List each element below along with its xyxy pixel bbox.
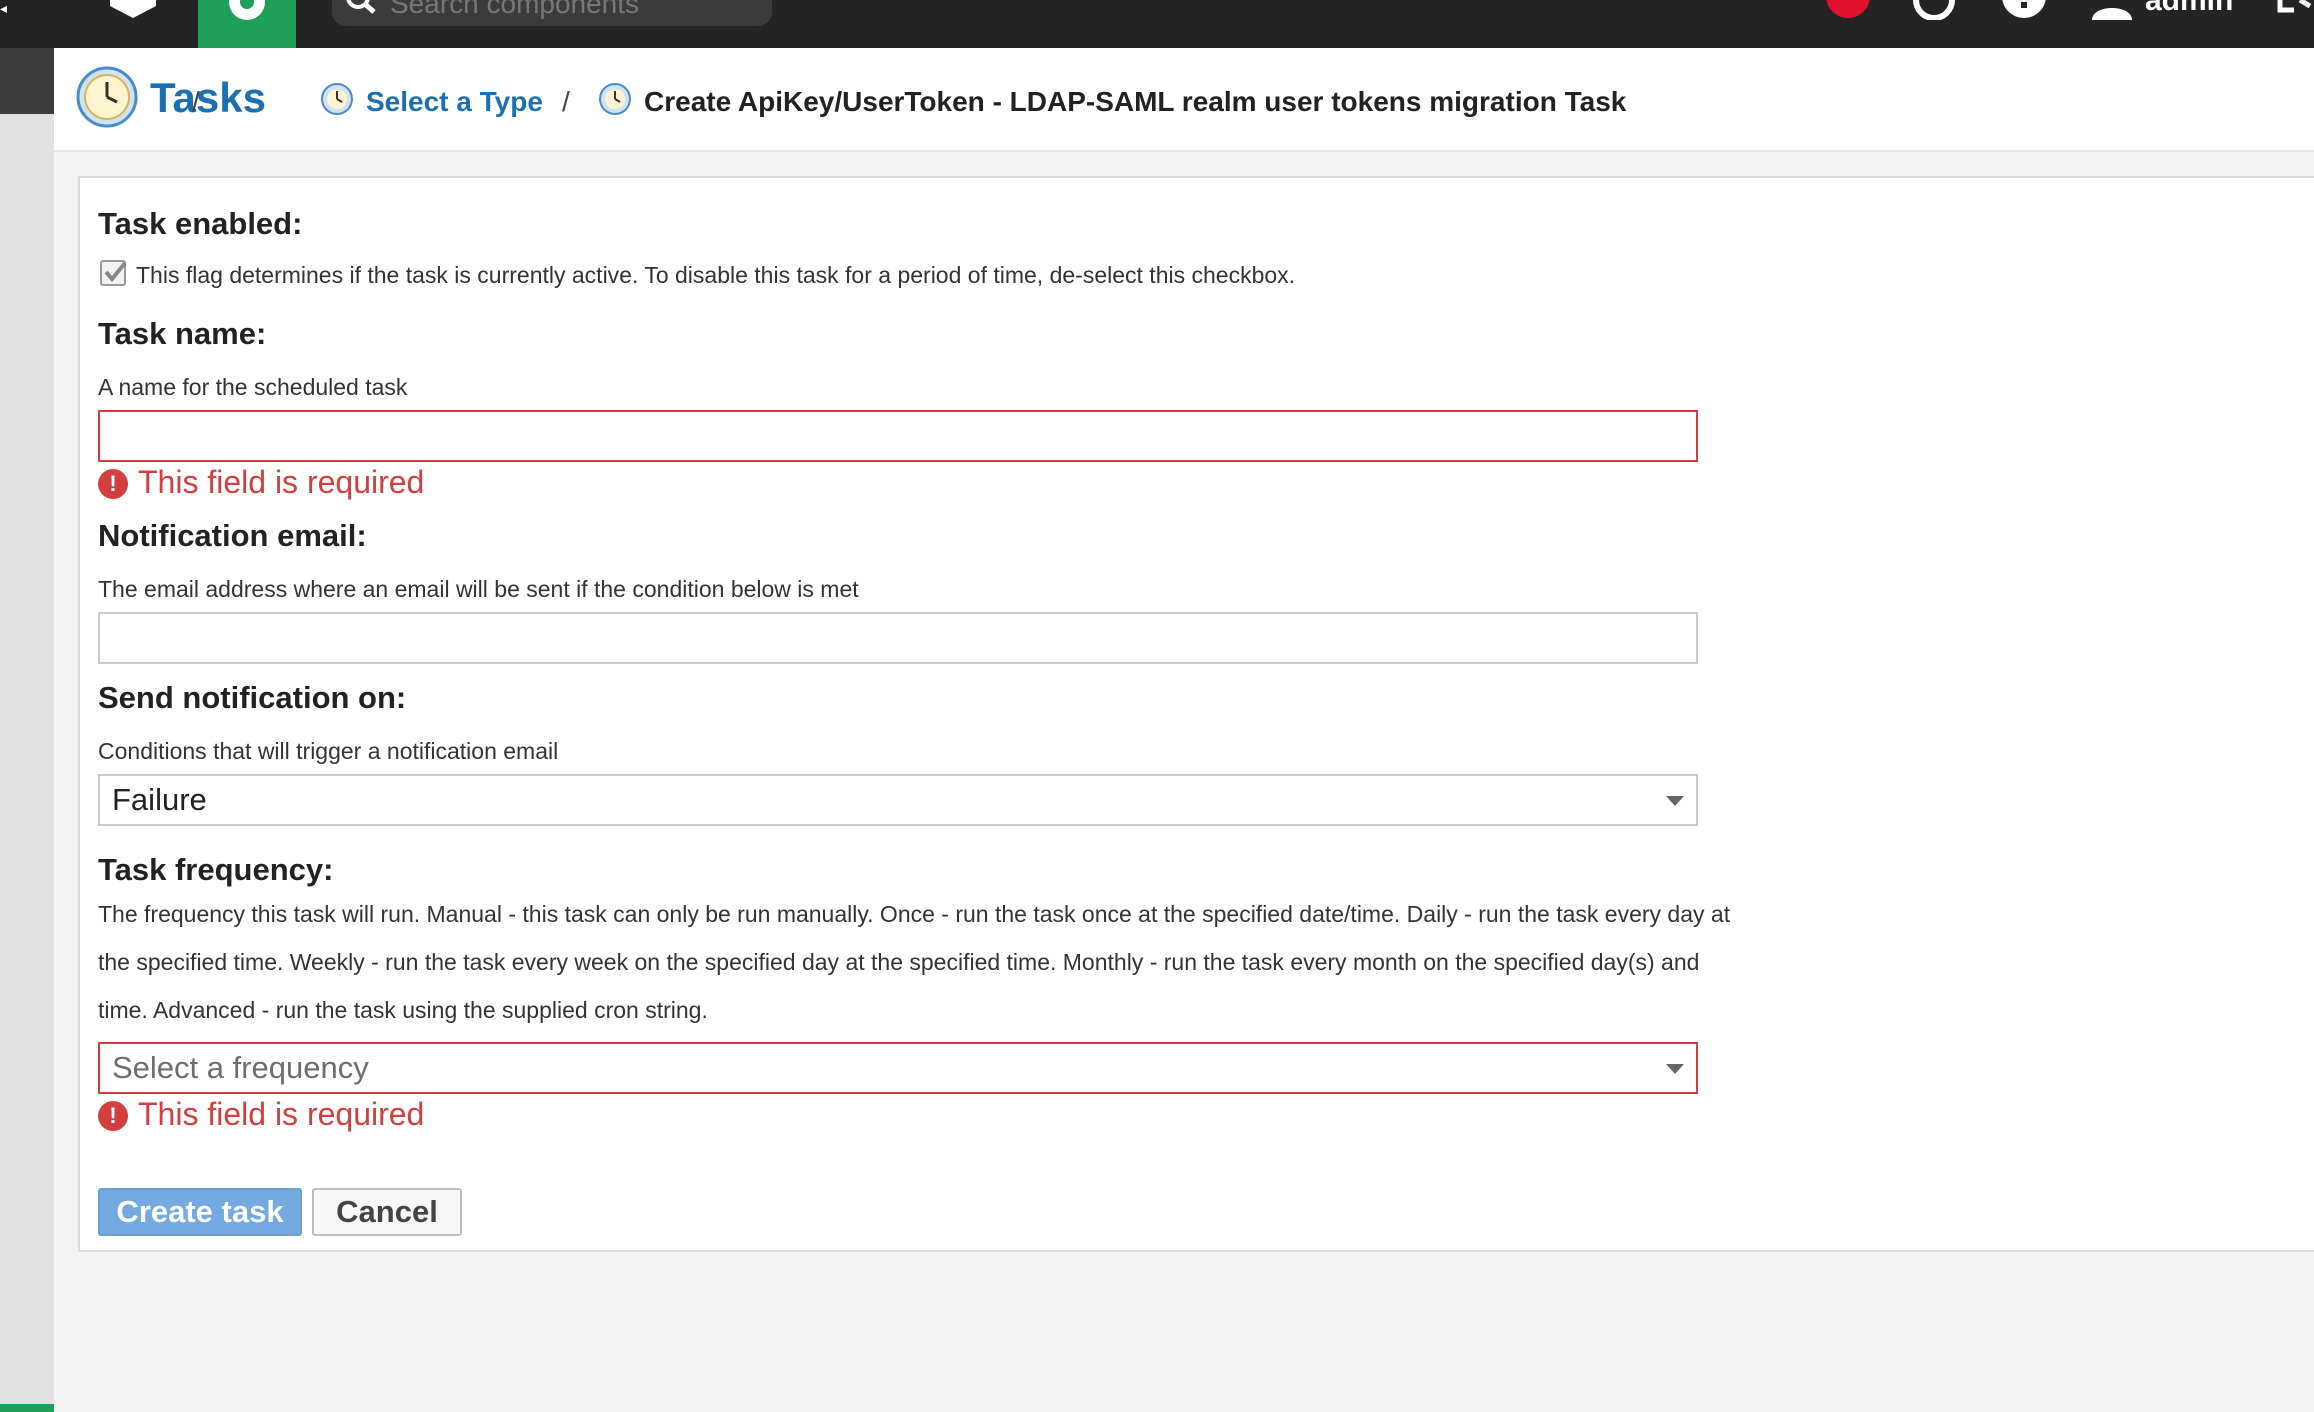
task-name-input[interactable] [98,410,1698,462]
task-name-error-text: This field is required [138,464,425,500]
refresh-icon[interactable] [1910,0,1958,25]
task-enabled-help: This flag determines if the task is curr… [136,262,1296,288]
breadcrumb-select-type-link[interactable]: Select a Type [366,86,543,118]
checkmark-icon [104,261,127,283]
user-label[interactable]: admin [2145,0,2233,18]
notification-email-heading: Notification email: [98,518,367,553]
help-icon[interactable] [2000,0,2048,25]
alert-icon[interactable] [1824,0,1872,25]
left-sidebar [0,48,54,1412]
task-frequency-error: ! This field is required [98,1096,424,1133]
user-icon[interactable] [2088,0,2136,25]
search-icon [344,0,380,26]
left-sidebar-active-item[interactable] [0,48,54,114]
clock-icon [598,82,632,116]
admin-gear-tab[interactable] [198,0,296,48]
send-notification-select[interactable]: Failure [98,774,1698,826]
chevron-down-icon [1666,1064,1684,1074]
breadcrumb: Tasks / Select a Type / Create ApiKey/Us… [54,48,2314,152]
task-name-help: A name for the scheduled task [98,374,408,400]
clock-icon [320,82,354,116]
create-task-form: Task enabled: This flag determines if th… [78,176,2314,1252]
exclamation-circle-icon: ! [98,469,128,499]
task-frequency-heading: Task frequency: [98,852,334,887]
task-name-heading: Task name: [98,316,267,351]
back-arrow-icon[interactable]: ◂ [0,0,10,16]
create-task-button[interactable]: Create task [98,1188,302,1236]
left-sidebar-bottom-accent [0,1404,54,1412]
task-name-error: ! This field is required [98,464,424,501]
task-frequency-placeholder: Select a frequency [112,1050,369,1085]
cancel-button[interactable]: Cancel [312,1188,462,1236]
send-notification-help: Conditions that will trigger a notificat… [98,738,559,764]
top-bar: ◂ Search components admin [0,0,2314,48]
clock-icon [76,66,138,128]
sign-out-icon[interactable] [2276,0,2314,25]
gear-icon [229,0,265,20]
breadcrumb-current-page: Create ApiKey/UserToken - LDAP-SAML real… [644,86,1627,117]
search-input[interactable]: Search components [332,0,772,26]
breadcrumb-tasks-link[interactable]: Tasks [150,74,266,122]
task-enabled-heading: Task enabled: [98,206,303,241]
search-placeholder: Search components [390,0,640,19]
task-frequency-error-text: This field is required [138,1096,425,1132]
notification-email-input[interactable] [98,612,1698,664]
breadcrumb-separator: / [192,86,200,117]
breadcrumb-separator: / [562,86,570,117]
cube-icon[interactable] [108,0,158,20]
task-frequency-help: The frequency this task will run. Manual… [98,901,1731,1023]
send-notification-selected: Failure [112,782,207,817]
chevron-down-icon [1666,796,1684,806]
notification-email-help: The email address where an email will be… [98,576,859,602]
task-frequency-select[interactable]: Select a frequency [98,1042,1698,1094]
exclamation-circle-icon: ! [98,1101,128,1131]
send-notification-heading: Send notification on: [98,680,407,715]
task-enabled-checkbox[interactable] [100,260,127,286]
